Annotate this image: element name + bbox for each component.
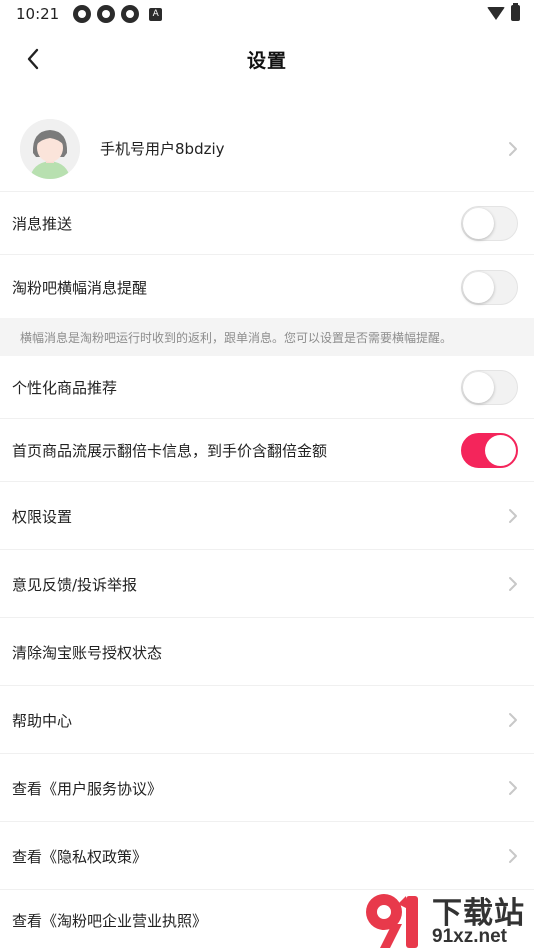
app-notification-icon [73, 5, 92, 23]
watermark-url: 91xz.net [432, 926, 507, 947]
app-notification-icon [97, 5, 116, 23]
back-button[interactable] [18, 42, 48, 76]
site-watermark: 下载站 91xz.net [362, 886, 534, 950]
privacy-label: 查看《隐私权政策》 [12, 847, 148, 866]
menu-item-feedback[interactable]: 意见反馈/投诉举报 [0, 551, 534, 618]
profile-row[interactable]: 手机号用户8bdziy [0, 106, 534, 192]
toggle-knob [463, 271, 494, 303]
chevron-right-icon [509, 141, 517, 156]
banner-hint-band: 横幅消息是淘粉吧运行时收到的返利，跟单消息。您可以设置是否需要横幅提醒。 [0, 318, 534, 356]
avatar [20, 118, 80, 179]
banner-toggle[interactable] [461, 269, 518, 305]
user-agreement-label: 查看《用户服务协议》 [12, 779, 163, 798]
toggle-knob [463, 372, 494, 403]
a-notification-icon: A [149, 7, 163, 21]
page-title: 设置 [246, 49, 287, 72]
double-card-label: 首页商品流展示翻倍卡信息，到手价含翻倍金额 [12, 442, 328, 460]
menu-item-permissions[interactable]: 权限设置 [0, 483, 534, 550]
push-toggle[interactable] [461, 206, 518, 241]
setting-row-push: 消息推送 [0, 193, 534, 255]
app-notification-icon [121, 5, 140, 23]
header: 设置 [0, 36, 534, 82]
chevron-right-icon [509, 781, 517, 795]
toggle-knob [485, 435, 516, 466]
help-label: 帮助中心 [12, 711, 73, 730]
permissions-label: 权限设置 [12, 507, 73, 526]
menu-item-clear-taobao[interactable]: 清除淘宝账号授权状态 [0, 619, 534, 686]
menu-item-privacy[interactable]: 查看《隐私权政策》 [0, 823, 534, 890]
personalized-label: 个性化商品推荐 [12, 379, 118, 397]
push-label: 消息推送 [12, 215, 73, 233]
chevron-right-icon [509, 577, 517, 591]
profile-name: 手机号用户8bdziy [100, 140, 225, 158]
wifi-icon [487, 6, 505, 20]
personalized-toggle[interactable] [461, 370, 518, 405]
status-notification-icons: A [73, 5, 163, 23]
status-time: 10:21 [16, 5, 60, 23]
license-label: 查看《淘粉吧企业营业执照》 [12, 912, 208, 930]
status-bar: 10:21 A [0, 0, 534, 28]
double-card-toggle[interactable] [461, 433, 518, 468]
chevron-right-icon [509, 713, 517, 727]
setting-row-banner: 淘粉吧横幅消息提醒 [0, 256, 534, 318]
toggle-knob [463, 208, 494, 239]
setting-row-double-card: 首页商品流展示翻倍卡信息，到手价含翻倍金额 [0, 420, 534, 482]
chevron-right-icon [509, 509, 517, 523]
avatar-illustration [20, 118, 80, 179]
clear-taobao-label: 清除淘宝账号授权状态 [12, 643, 163, 662]
status-system-icons [487, 3, 520, 21]
feedback-label: 意见反馈/投诉举报 [12, 575, 138, 594]
back-arrow-icon [27, 48, 39, 70]
menu-item-user-agreement[interactable]: 查看《用户服务协议》 [0, 755, 534, 822]
chevron-right-icon [509, 849, 517, 863]
banner-hint-text: 横幅消息是淘粉吧运行时收到的返利，跟单消息。您可以设置是否需要横幅提醒。 [20, 330, 453, 345]
setting-row-personalized: 个性化商品推荐 [0, 357, 534, 419]
banner-label: 淘粉吧横幅消息提醒 [12, 278, 148, 297]
watermark-logo-icon [366, 894, 418, 948]
battery-icon [511, 3, 520, 21]
menu-item-help[interactable]: 帮助中心 [0, 687, 534, 754]
